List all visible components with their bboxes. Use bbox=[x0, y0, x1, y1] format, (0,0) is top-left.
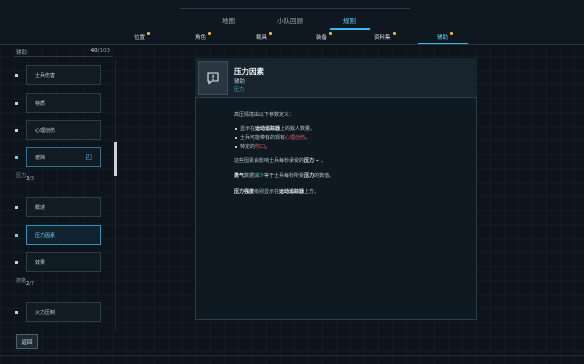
list-item-label: 心理创伤 bbox=[35, 127, 56, 134]
list-item-label: 压力因素 bbox=[35, 232, 56, 239]
subtab-assist[interactable]: 辅助 bbox=[437, 32, 454, 41]
detail-paragraph: 压力强度级别显示在运动追踪器上方。 bbox=[234, 189, 320, 195]
detail-bullet bbox=[235, 128, 237, 130]
list-item-trauma[interactable]: 心理创伤 bbox=[26, 120, 101, 140]
list-item-cover[interactable]: 遮挡 ◰ bbox=[26, 147, 101, 167]
alert-icon bbox=[198, 61, 228, 95]
list-bullet bbox=[15, 206, 18, 209]
detail-title: 压力因素 bbox=[234, 67, 264, 76]
new-badge-icon bbox=[269, 32, 273, 35]
tab-map[interactable]: 地图 bbox=[222, 15, 235, 25]
list-item-label: 火力压制 bbox=[35, 309, 56, 316]
detail-bullet bbox=[235, 146, 237, 148]
detail-bullet-text: 特定的伤口。 bbox=[240, 144, 271, 150]
list-item-label: 特质 bbox=[35, 100, 46, 107]
list-item-effects[interactable]: 效果 bbox=[26, 252, 101, 272]
list-bullet bbox=[15, 261, 18, 264]
subtab-location[interactable]: 位置 bbox=[134, 32, 151, 41]
detail-subcategory: 压力 bbox=[234, 87, 245, 93]
detail-paragraph: 这些因素会影响士兵每秒承受的压力 ⌁。 bbox=[234, 158, 327, 164]
list-item-label: 遮挡 bbox=[35, 154, 46, 161]
sidebar-header: 辅助 40/103 bbox=[16, 48, 110, 56]
list-item-label: 效果 bbox=[35, 259, 46, 266]
subtab-equipment[interactable]: 装备 bbox=[316, 32, 333, 41]
tab-squad-review[interactable]: 小队回顾 bbox=[277, 15, 303, 25]
sidebar-scrollbar-thumb[interactable] bbox=[114, 142, 117, 176]
cover-icon: ◰ bbox=[85, 153, 92, 161]
subtab-label: 装备 bbox=[316, 35, 328, 41]
subtab-label: 载具 bbox=[256, 35, 268, 41]
list-bullet bbox=[15, 129, 18, 132]
detail-paragraph: 勇气数据减少等于士兵每秒所受压力的数值。 bbox=[234, 173, 335, 179]
new-badge-icon bbox=[329, 32, 333, 35]
list-item-suppression[interactable]: 火力压制 bbox=[26, 302, 101, 322]
subtab-label: 资料集 bbox=[374, 35, 391, 41]
subtab-label: 辅助 bbox=[437, 35, 449, 41]
sidebar-scrollbar-track[interactable] bbox=[115, 60, 116, 330]
list-item-overview[interactable]: 概述 bbox=[26, 197, 101, 217]
list-item-label: 士兵伤害 bbox=[35, 72, 56, 79]
list-item-soldier-damage[interactable]: 士兵伤害 bbox=[26, 65, 101, 85]
subtab-datasets[interactable]: 资料集 bbox=[374, 32, 396, 41]
subtab-character[interactable]: 角色 bbox=[195, 32, 212, 41]
sidebar-title: 辅助 bbox=[16, 50, 28, 56]
tab-rules[interactable]: 规则 bbox=[343, 15, 356, 25]
list-bullet bbox=[15, 234, 18, 237]
progress-count: 40/103 bbox=[90, 48, 110, 54]
detail-intro: 高压情境由以下参数定义： bbox=[234, 112, 295, 118]
footer-divider bbox=[0, 355, 584, 356]
list-item-label: 概述 bbox=[35, 204, 46, 211]
list-item-pressure-factors[interactable]: 压力因素 bbox=[26, 225, 101, 245]
subtab-vehicle[interactable]: 载具 bbox=[256, 32, 273, 41]
sidebar-divider bbox=[14, 56, 112, 57]
pressure-icon: ⌁ bbox=[316, 158, 320, 164]
list-bullet bbox=[15, 102, 18, 105]
new-badge-icon bbox=[147, 32, 151, 35]
new-badge-icon bbox=[450, 32, 454, 35]
detail-bullet-text: 显示在运动追踪器上的敌人数量。 bbox=[240, 126, 316, 132]
new-badge-icon bbox=[392, 32, 396, 35]
header-divider bbox=[0, 44, 584, 45]
subtab-label: 位置 bbox=[134, 35, 146, 41]
category-count: 2/7 bbox=[26, 281, 35, 287]
subtab-label: 角色 bbox=[195, 35, 207, 41]
list-bullet bbox=[15, 74, 18, 77]
list-item-traits[interactable]: 特质 bbox=[26, 93, 101, 113]
detail-bullet bbox=[235, 137, 237, 139]
main-tab-indicator bbox=[330, 28, 370, 30]
back-button[interactable]: 返回 bbox=[16, 334, 38, 349]
detail-category: 辅助 bbox=[234, 79, 246, 85]
list-bullet bbox=[15, 156, 18, 159]
list-bullet bbox=[15, 311, 18, 314]
new-badge-icon bbox=[208, 32, 212, 35]
category-count: 3/3 bbox=[26, 176, 35, 182]
detail-bullet-text: 士兵可能带有的现有心理创伤。 bbox=[240, 135, 311, 141]
